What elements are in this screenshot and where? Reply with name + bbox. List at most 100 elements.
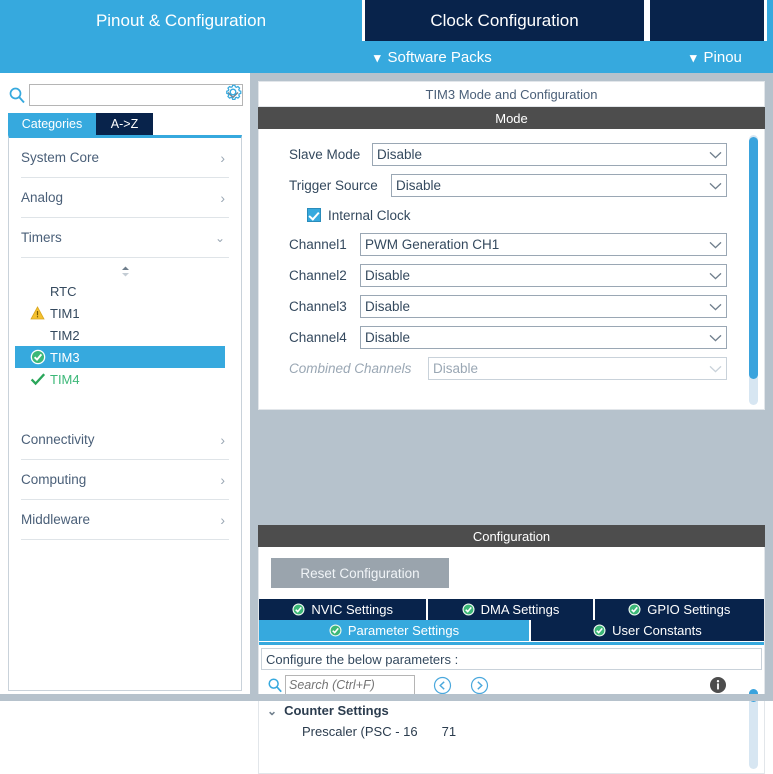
tab-a-to-z[interactable]: A->Z	[96, 113, 153, 135]
sidebar-item-tim3[interactable]: TIM3	[15, 346, 225, 368]
sidebar-item-middleware[interactable]: Middleware ›	[21, 500, 229, 540]
field-channel2: Channel2 Disable	[259, 260, 764, 291]
chevron-right-icon: ›	[220, 189, 225, 206]
tab-clock-configuration[interactable]: Clock Configuration	[362, 0, 647, 41]
info-icon[interactable]	[709, 676, 727, 694]
chevron-right-icon: ›	[220, 149, 225, 166]
status-none-icon	[29, 283, 46, 300]
main-tab-bar: Pinout & Configuration Clock Configurati…	[0, 0, 773, 41]
tree-scroll-spinner[interactable]	[9, 258, 241, 280]
menu-label: Pinou	[703, 48, 742, 66]
menu-software-packs[interactable]: ▾ Software Packs	[374, 41, 492, 73]
parameter-instruction-bar: Configure the below parameters :	[261, 648, 762, 670]
status-none-icon	[29, 327, 46, 344]
chevron-down-icon	[704, 151, 726, 159]
parameter-search-box[interactable]	[285, 674, 415, 696]
sidebar-item-tim1[interactable]: TIM1	[9, 302, 241, 324]
chevron-down-icon: ▾	[690, 49, 697, 65]
menu-pinout[interactable]: ▾ Pinou	[690, 41, 742, 73]
channel4-dropdown[interactable]: Disable	[360, 326, 727, 349]
param-row-prescaler[interactable]: Prescaler (PSC - 16 71	[259, 721, 764, 742]
dropdown-value: Disable	[377, 147, 423, 162]
check-circle-icon	[329, 624, 342, 637]
panel-divider	[250, 73, 258, 701]
tab-dma-settings[interactable]: DMA Settings	[428, 599, 595, 620]
configuration-tabs-row-2: Parameter Settings User Constants	[259, 620, 764, 645]
param-value[interactable]: 71	[442, 724, 456, 739]
chevron-down-icon	[704, 365, 726, 373]
tab-label: DMA Settings	[480, 602, 560, 617]
field-label: Channel1	[289, 237, 347, 252]
chevron-down-icon: ▾	[374, 49, 381, 65]
sidebar-item-tim4[interactable]: TIM4	[9, 368, 241, 390]
trigger-source-dropdown[interactable]: Disable	[391, 174, 727, 197]
tab-label: A->Z	[110, 117, 139, 131]
field-label: Combined Channels	[289, 361, 412, 376]
field-channel1: Channel1 PWM Generation CH1	[259, 229, 764, 260]
field-label: Channel3	[289, 299, 347, 314]
tab-label: Clock Configuration	[430, 10, 579, 30]
tab-pinout-and-configuration[interactable]: Pinout & Configuration	[0, 0, 362, 41]
check-circle-icon	[292, 603, 305, 616]
dropdown-value: Disable	[365, 299, 411, 314]
channel1-dropdown[interactable]: PWM Generation CH1	[360, 233, 727, 256]
sidebar-item-tim2[interactable]: TIM2	[9, 324, 241, 346]
left-sidebar: Categories A->Z System Core › Analog › T…	[0, 73, 250, 701]
param-group-label: Counter Settings	[284, 703, 389, 718]
sidebar-item-timers[interactable]: Timers ⌄	[21, 218, 229, 258]
tab-user-constants[interactable]: User Constants	[530, 620, 764, 641]
chevron-right-circle-icon[interactable]	[470, 676, 489, 695]
gear-icon[interactable]	[222, 81, 244, 103]
main-content-panel: TIM3 Mode and Configuration Mode Slave M…	[250, 73, 773, 774]
parameter-search-input[interactable]	[286, 675, 414, 695]
chevron-down-icon	[704, 303, 726, 311]
internal-clock-row: Internal Clock	[259, 201, 764, 229]
chevron-right-icon: ›	[220, 431, 225, 448]
tab-nvic-settings[interactable]: NVIC Settings	[259, 599, 429, 620]
channel2-dropdown[interactable]: Disable	[360, 264, 727, 287]
sidebar-search-box[interactable]	[29, 84, 243, 106]
sidebar-item-label: Computing	[21, 472, 87, 487]
sidebar-item-label: Analog	[21, 190, 64, 205]
tab-categories[interactable]: Categories	[8, 113, 96, 135]
param-group-counter-settings[interactable]: ⌄ Counter Settings	[259, 700, 764, 721]
sidebar-item-rtc[interactable]: RTC	[9, 280, 241, 302]
mode-scrollbar-thumb[interactable]	[749, 137, 758, 379]
chevron-left-circle-icon[interactable]	[433, 676, 452, 695]
sidebar-item-system-core[interactable]: System Core ›	[21, 138, 229, 178]
field-trigger-source: Trigger Source Disable	[259, 170, 764, 201]
slave-mode-dropdown[interactable]: Disable	[372, 143, 727, 166]
chevron-right-icon: ›	[220, 511, 225, 528]
sidebar-item-label: Timers	[21, 230, 62, 245]
parameter-instruction-label: Configure the below parameters :	[266, 651, 459, 667]
menu-label: Software Packs	[387, 48, 492, 66]
sidebar-item-computing[interactable]: Computing ›	[21, 460, 229, 500]
sidebar-item-analog[interactable]: Analog ›	[21, 178, 229, 218]
configuration-section-body: Reset Configuration NVIC Settings DMA Se…	[258, 547, 765, 774]
chevron-down-icon: ⌄	[214, 230, 225, 245]
field-channel3: Channel3 Disable	[259, 291, 764, 322]
check-circle-icon	[593, 624, 606, 637]
sidebar-item-connectivity[interactable]: Connectivity ›	[21, 420, 229, 460]
dropdown-value: Disable	[365, 268, 411, 283]
reset-configuration-button[interactable]: Reset Configuration	[271, 558, 449, 588]
search-icon	[8, 86, 26, 104]
tab-gpio-settings[interactable]: GPIO Settings	[594, 599, 764, 620]
mode-section-body: Slave Mode Disable Trigger Source Disabl…	[258, 129, 765, 410]
sidebar-tree: System Core › Analog › Timers ⌄ RTC TIM1…	[8, 135, 242, 691]
tab-label: Parameter Settings	[347, 623, 460, 638]
button-label: Reset Configuration	[300, 565, 420, 581]
tab-parameter-settings[interactable]: Parameter Settings	[259, 620, 531, 641]
tab-third-truncated[interactable]	[647, 0, 767, 41]
sidebar-search-row	[8, 82, 243, 108]
internal-clock-checkbox[interactable]	[307, 208, 321, 222]
search-input[interactable]	[30, 85, 224, 105]
field-channel4: Channel4 Disable	[259, 322, 764, 353]
window-bottom-strip	[0, 694, 773, 701]
checkmark-icon	[29, 371, 46, 388]
warning-triangle-icon	[29, 305, 46, 322]
dropdown-value: Disable	[433, 361, 479, 376]
sidebar-item-label: Connectivity	[21, 432, 95, 447]
channel3-dropdown[interactable]: Disable	[360, 295, 727, 318]
